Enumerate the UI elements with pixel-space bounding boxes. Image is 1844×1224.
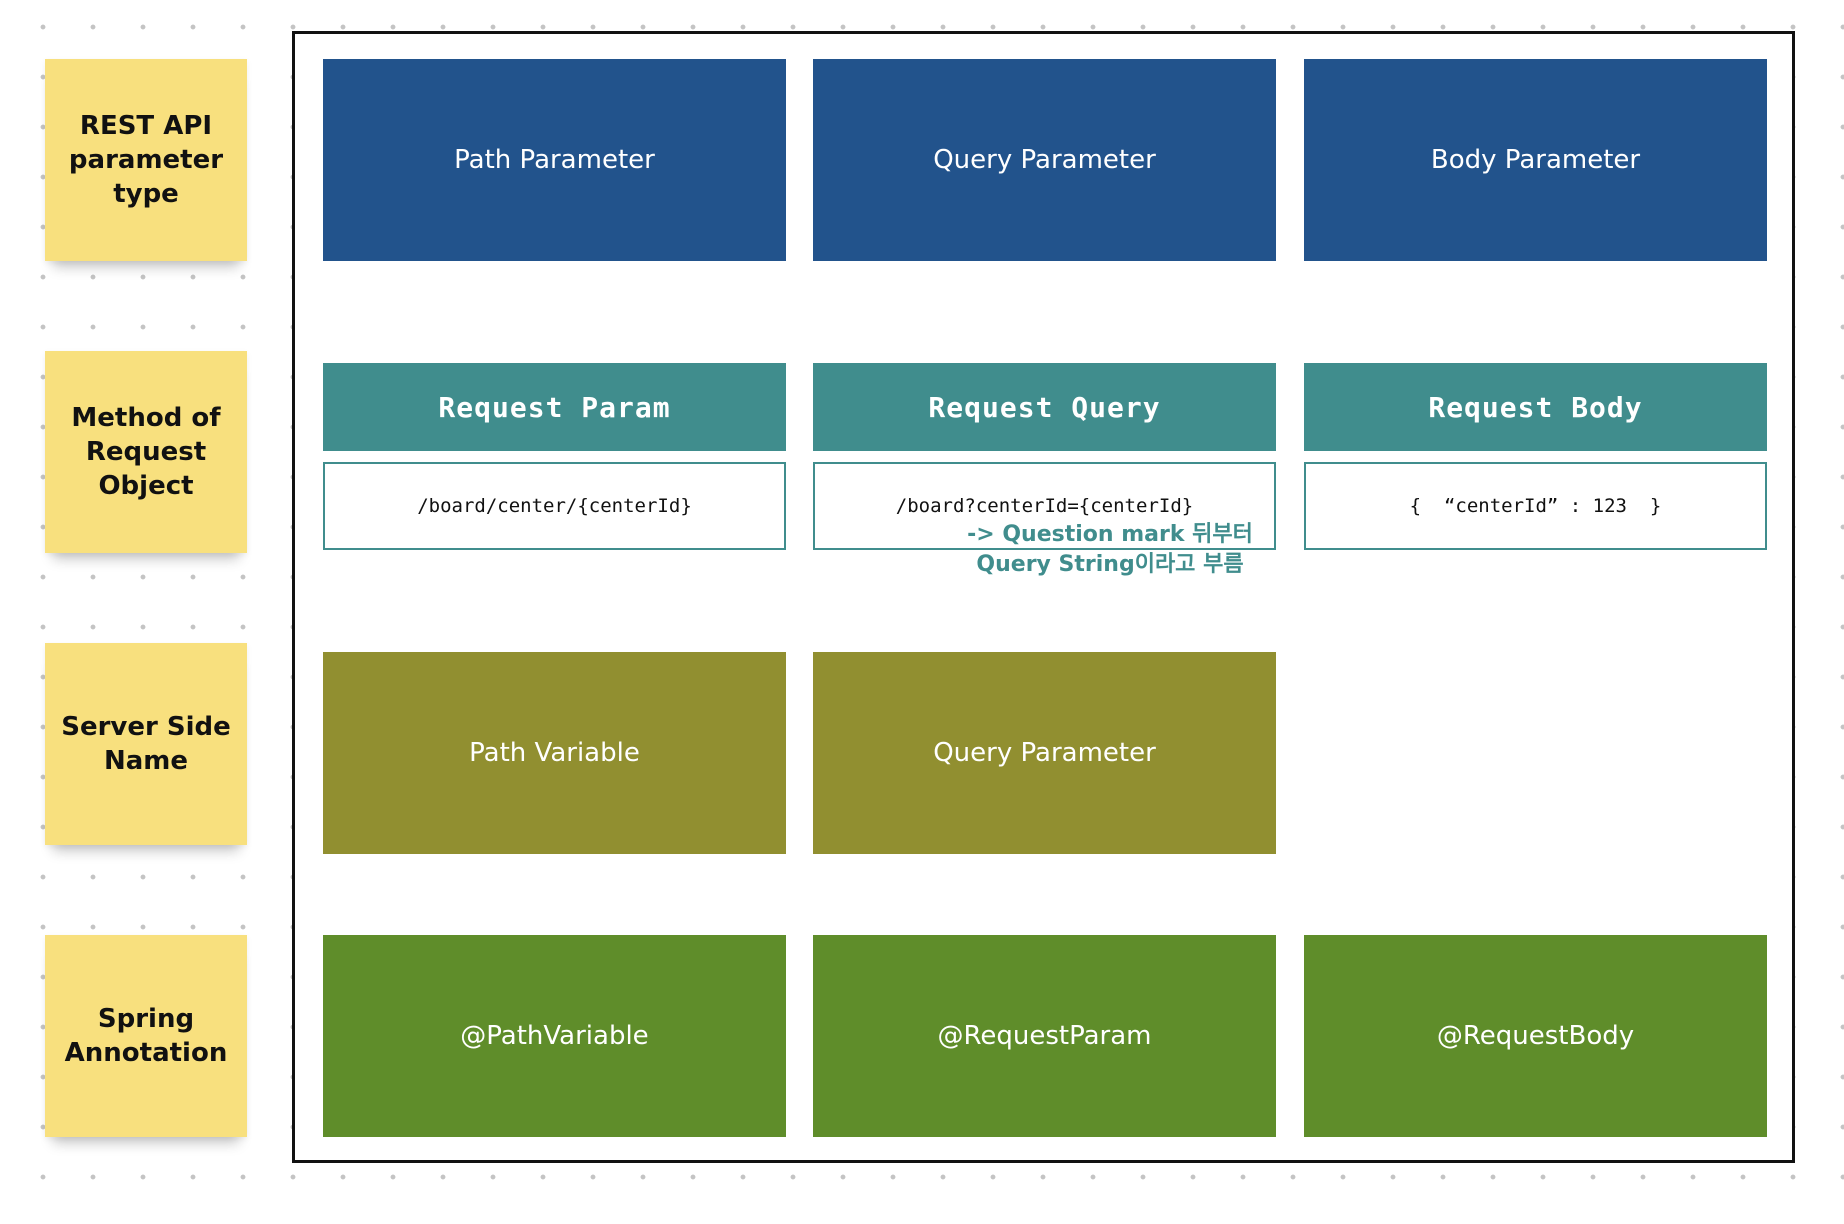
box-label: Request Param (438, 390, 671, 424)
example-text: /board/center/{centerId} (417, 495, 692, 517)
sticky-note-label: REST API parameter type (68, 111, 224, 209)
example-text: /board?centerId={centerId} (895, 495, 1194, 517)
sticky-note-server-side-name[interactable]: Server Side Name (45, 643, 247, 845)
server-query-parameter-box[interactable]: Query Parameter (813, 652, 1276, 854)
box-label: Query Parameter (933, 145, 1156, 175)
box-label: Request Body (1428, 390, 1643, 424)
box-label: Path Variable (469, 738, 640, 768)
box-label: @RequestBody (1436, 1021, 1635, 1051)
sticky-note-method-of-request-object[interactable]: Method of Request Object (45, 351, 247, 553)
sticky-note-label: Server Side Name (61, 712, 231, 776)
request-body-example[interactable]: { “centerId” : 123 } (1304, 462, 1767, 550)
request-param-example[interactable]: /board/center/{centerId} (323, 462, 786, 550)
request-query-header[interactable]: Request Query (813, 363, 1276, 451)
annotation-line-1: -> Question mark 뒤부터 (967, 522, 1253, 547)
box-label: Request Query (928, 390, 1161, 424)
body-parameter-box[interactable]: Body Parameter (1304, 59, 1767, 261)
request-body-annotation-box[interactable]: @RequestBody (1304, 935, 1767, 1137)
request-body-header[interactable]: Request Body (1304, 363, 1767, 451)
example-text: { “centerId” : 123 } (1409, 495, 1662, 517)
sticky-note-label: Spring Annotation (64, 1004, 228, 1068)
request-param-annotation-box[interactable]: @RequestParam (813, 935, 1276, 1137)
path-parameter-box[interactable]: Path Parameter (323, 59, 786, 261)
box-label: Query Parameter (933, 738, 1156, 768)
path-variable-annotation-box[interactable]: @PathVariable (323, 935, 786, 1137)
box-label: Path Parameter (454, 145, 655, 175)
annotation-line-2: Query String이라고 부름 (976, 552, 1244, 577)
query-string-annotation[interactable]: -> Question mark 뒤부터 Query String이라고 부름 (940, 520, 1280, 580)
box-label: @RequestParam (937, 1021, 1152, 1051)
query-parameter-box[interactable]: Query Parameter (813, 59, 1276, 261)
box-label: Body Parameter (1430, 145, 1641, 175)
box-label: @PathVariable (460, 1021, 649, 1051)
sticky-note-label: Method of Request Object (71, 403, 221, 501)
sticky-note-rest-api-parameter-type[interactable]: REST API parameter type (45, 59, 247, 261)
path-variable-box[interactable]: Path Variable (323, 652, 786, 854)
request-param-header[interactable]: Request Param (323, 363, 786, 451)
sticky-note-spring-annotation[interactable]: Spring Annotation (45, 935, 247, 1137)
